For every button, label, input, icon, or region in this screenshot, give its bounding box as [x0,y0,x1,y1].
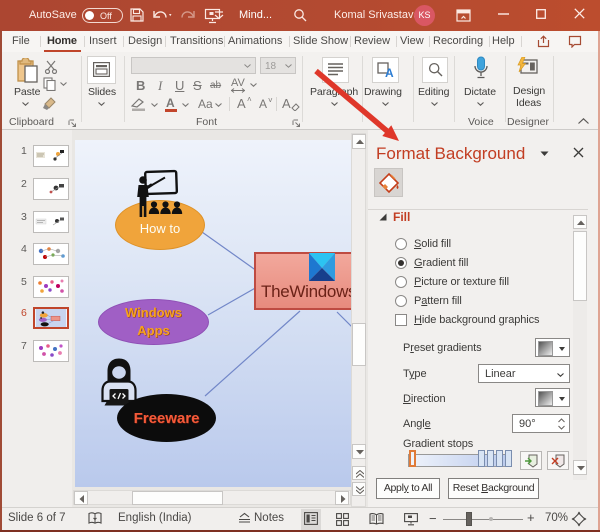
svg-text:A: A [385,66,394,78]
